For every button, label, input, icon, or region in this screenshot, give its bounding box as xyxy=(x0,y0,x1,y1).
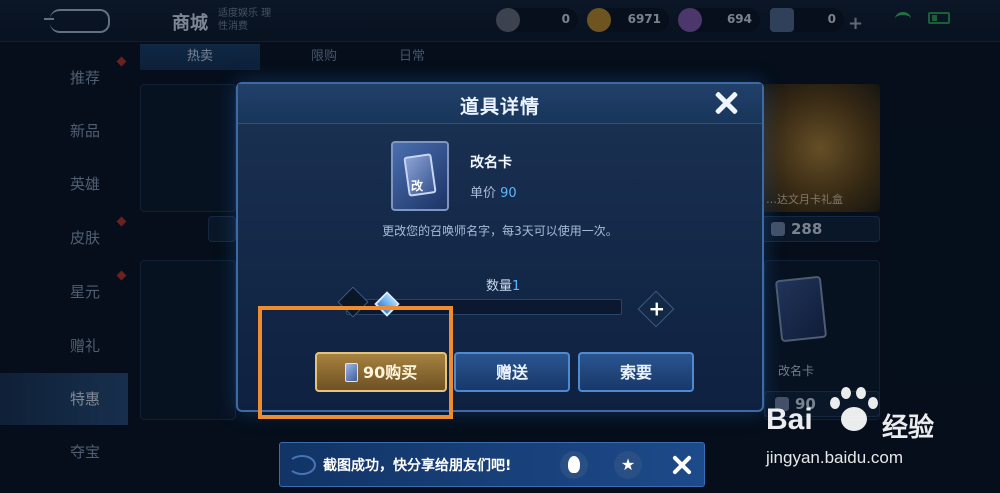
qzone-share-icon[interactable]: ★ xyxy=(614,451,642,479)
request-button[interactable]: 索要 xyxy=(578,352,694,392)
close-icon[interactable] xyxy=(670,453,694,477)
qq-share-icon[interactable] xyxy=(560,451,588,479)
increase-button[interactable]: + xyxy=(637,290,675,328)
watermark-brand-suffix: 经验 xyxy=(882,413,935,443)
plus-icon: + xyxy=(648,296,666,321)
toast-message: 截图成功，快分享给朋友们吧! xyxy=(323,458,512,474)
gift-button[interactable]: 赠送 xyxy=(454,352,570,392)
unit-price: 单价 90 xyxy=(470,182,517,201)
paw-toe xyxy=(856,387,866,399)
quantity-value: 1 xyxy=(512,279,521,294)
quantity: 数量1 xyxy=(486,275,520,294)
item-description: 更改您的召唤师名字，每3天可以使用一次。 xyxy=(382,224,618,238)
dialog-title: 道具详情 xyxy=(459,96,540,118)
unit-price-value: 90 xyxy=(500,186,517,201)
baidu-paw-logo xyxy=(828,387,882,437)
dialog-header: 道具详情 xyxy=(238,84,762,124)
paw-toe xyxy=(841,387,851,399)
paw-toe xyxy=(830,397,840,409)
paw-pad xyxy=(841,407,867,431)
unit-price-label: 单价 xyxy=(470,186,497,201)
quantity-label: 数量 xyxy=(486,279,513,294)
close-icon[interactable] xyxy=(711,88,741,118)
swirl-icon xyxy=(288,455,316,475)
item-name: 改名卡 xyxy=(470,155,512,171)
paw-toe xyxy=(868,397,878,409)
card-glyph: 改 xyxy=(411,179,424,193)
highlight-annotation xyxy=(258,306,453,419)
watermark-url: jingyan.baidu.com xyxy=(766,448,904,467)
share-toast: 截图成功，快分享给朋友们吧! ★ xyxy=(279,442,705,487)
watermark-brand: Bai xyxy=(766,403,813,436)
rename-card-icon: 改 xyxy=(391,141,449,211)
